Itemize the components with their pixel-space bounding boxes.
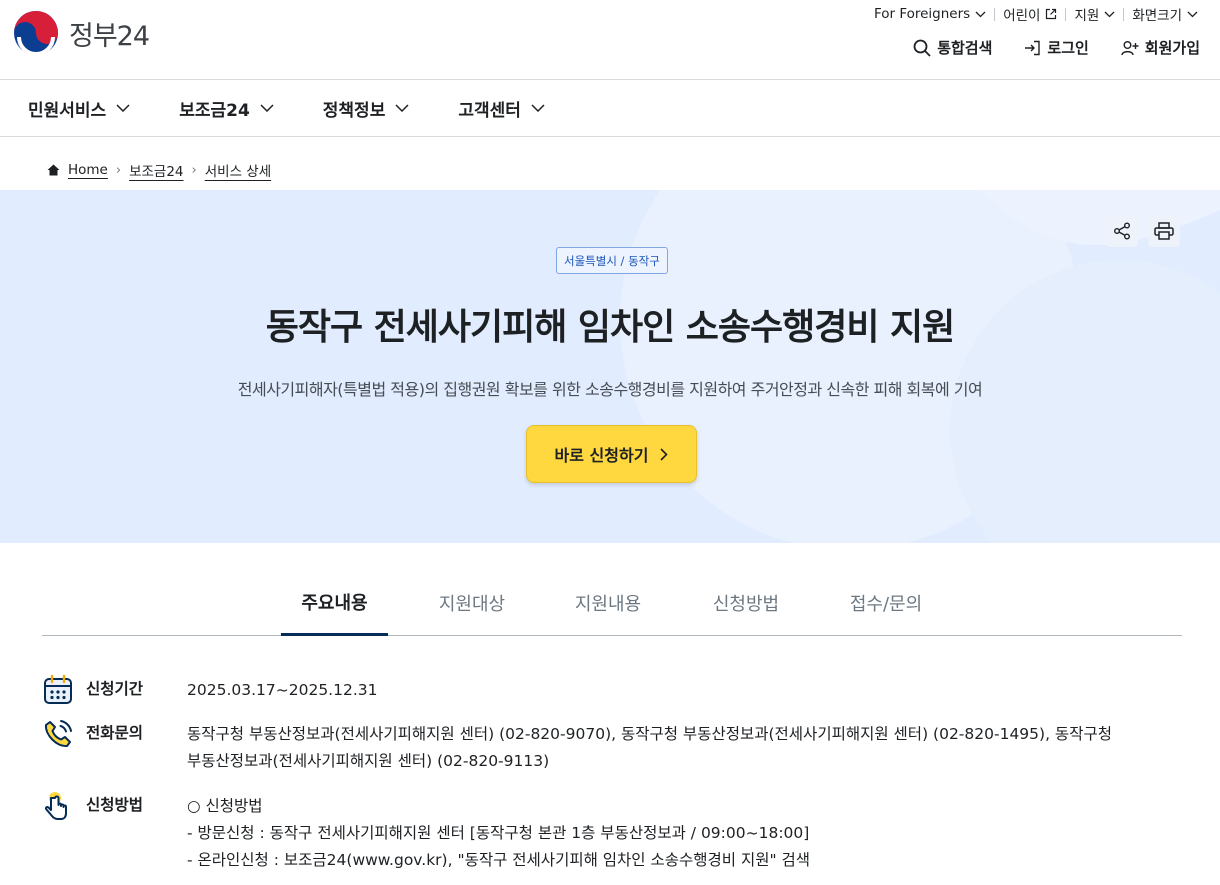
- utility-menu: For Foreigners 어린이 지원 화면크기: [866, 4, 1206, 24]
- login-icon: [1025, 40, 1041, 55]
- for-foreigners-link[interactable]: For Foreigners: [866, 6, 994, 22]
- chevron-down-icon: [260, 104, 274, 112]
- tab-main-content[interactable]: 주요내용: [281, 570, 388, 636]
- chevron-down-icon: [975, 11, 986, 17]
- nav-item-civil-service[interactable]: 민원서비스: [28, 80, 130, 136]
- nav-item-policy-info[interactable]: 정책정보: [323, 80, 410, 136]
- nav-item-label: 정책정보: [322, 100, 386, 121]
- search-icon: [913, 39, 931, 57]
- chevron-right-icon: ›: [191, 162, 197, 178]
- print-button[interactable]: [1148, 215, 1180, 247]
- chevron-down-icon: [395, 104, 409, 112]
- hero-tools: [1106, 215, 1180, 247]
- tab-support-details[interactable]: 지원내용: [558, 570, 658, 636]
- chevron-right-icon: [660, 447, 669, 461]
- phone-icon: [44, 720, 72, 748]
- header-actions: 통합검색 로그인 회원가입: [913, 37, 1200, 58]
- page-title: 동작구 전세사기피해 임차인 소송수행경비 지원: [265, 307, 956, 348]
- main-navigation: 민원서비스 보조금24 정책정보 고객센터: [0, 80, 1220, 137]
- screen-size-menu[interactable]: 화면크기: [1124, 4, 1206, 24]
- info-row-method: 신청방법 ○ 신청방법 - 방문신청 : 동작구 전세사기피해지원 센터 [동작…: [42, 790, 810, 869]
- info-row-phone: 전화문의 동작구청 부동산정보과(전세사기피해지원 센터) (02-820-90…: [42, 718, 1112, 770]
- nav-item-customer-center[interactable]: 고객센터: [458, 80, 545, 136]
- chevron-right-icon: ›: [115, 162, 122, 178]
- apply-now-label: 바로 신청하기: [554, 446, 649, 465]
- info-label: 신청기간: [86, 680, 144, 698]
- application-method-value: ○ 신청방법 - 방문신청 : 동작구 전세사기피해지원 센터 [동작구청 본관…: [187, 793, 810, 874]
- phone-line: 동작구청 부동산정보과(전세사기피해지원 센터) (02-820-9070), …: [187, 725, 1112, 743]
- taeguk-logo-icon: [14, 11, 58, 56]
- login-label: 로그인: [1047, 39, 1089, 57]
- nav-item-label: 민원서비스: [28, 100, 107, 121]
- phone-inquiry-value: 동작구청 부동산정보과(전세사기피해지원 센터) (02-820-9070), …: [187, 721, 1112, 775]
- add-user-icon: [1121, 40, 1139, 55]
- tab-contact[interactable]: 접수/문의: [832, 570, 940, 636]
- application-period-value: 2025.03.17~2025.12.31: [187, 681, 378, 699]
- info-row-period: 신청기간 2025.03.17~2025.12.31: [42, 674, 377, 706]
- info-label: 신청방법: [86, 796, 144, 814]
- nav-item-label: 고객센터: [458, 100, 521, 121]
- support-label: 지원: [1074, 8, 1100, 24]
- service-hero: 서울특별시 / 동작구 동작구 전세사기피해 임차인 소송수행경비 지원 전세사…: [0, 190, 1220, 543]
- breadcrumb-subsidy24[interactable]: 보조금24: [129, 160, 183, 180]
- logo-text: 정부24: [69, 20, 150, 52]
- chevron-down-icon: [1187, 11, 1198, 17]
- method-line: - 방문신청 : 동작구 전세사기피해지원 센터 [동작구청 본관 1층 부동산…: [187, 824, 810, 842]
- pointer-hand-icon: [44, 792, 67, 820]
- info-label: 전화문의: [86, 724, 144, 742]
- signup-label: 회원가입: [1144, 39, 1200, 57]
- apply-now-button[interactable]: 바로 신청하기: [526, 425, 697, 483]
- share-icon: [1114, 222, 1130, 240]
- signup-button[interactable]: 회원가입: [1121, 37, 1200, 58]
- breadcrumb-service-detail[interactable]: 서비스 상세: [205, 160, 271, 180]
- site-header: 정부24 For Foreigners 어린이 지원 화면크기 통합검색 로그인…: [0, 0, 1220, 80]
- content-tabs: 주요내용 지원대상 지원내용 신청방법 접수/문의: [42, 570, 1182, 636]
- hero-background-decoration: [620, 190, 1220, 543]
- search-button[interactable]: 통합검색: [913, 37, 992, 58]
- home-icon: [47, 164, 60, 176]
- chevron-down-icon: [116, 104, 130, 112]
- breadcrumb-home[interactable]: Home: [68, 162, 108, 178]
- breadcrumb: Home › 보조금24 › 서비스 상세: [47, 160, 271, 180]
- calendar-icon: [44, 674, 72, 704]
- kids-link[interactable]: 어린이: [995, 4, 1065, 24]
- chevron-down-icon: [531, 104, 545, 112]
- tab-eligibility[interactable]: 지원대상: [422, 570, 522, 636]
- service-description: 전세사기피해자(특별법 적용)의 집행권원 확보를 위한 소송수행경비를 지원하…: [237, 380, 983, 399]
- support-menu[interactable]: 지원: [1066, 4, 1123, 24]
- method-line: - 온라인신청 : 보조금24(www.gov.kr), "동작구 전세사기피해…: [187, 851, 811, 869]
- site-logo[interactable]: 정부24: [13, 10, 150, 56]
- for-foreigners-label: For Foreigners: [873, 6, 971, 22]
- share-button[interactable]: [1106, 215, 1138, 247]
- method-line: ○ 신청방법: [187, 797, 263, 815]
- region-badge: 서울특별시 / 동작구: [556, 247, 668, 274]
- phone-line: 부동산정보과(전세사기피해지원 센터) (02-820-9113): [187, 752, 550, 770]
- screen-size-label: 화면크기: [1132, 8, 1182, 24]
- chevron-down-icon: [1104, 11, 1115, 17]
- print-icon: [1154, 222, 1174, 240]
- search-label: 통합검색: [937, 39, 993, 57]
- kids-label: 어린이: [1003, 8, 1041, 24]
- nav-item-subsidy24[interactable]: 보조금24: [179, 80, 274, 136]
- tab-how-to-apply[interactable]: 신청방법: [696, 570, 796, 636]
- nav-item-label: 보조금24: [179, 100, 250, 121]
- login-button[interactable]: 로그인: [1024, 37, 1089, 58]
- external-link-icon: [1046, 8, 1057, 20]
